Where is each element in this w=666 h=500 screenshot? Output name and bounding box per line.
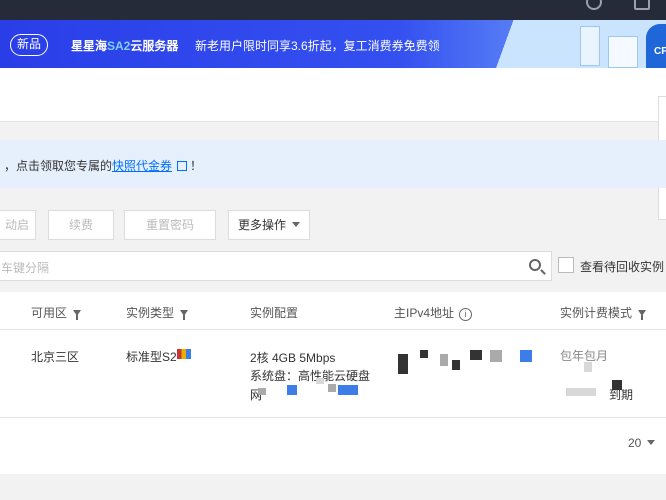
document-icon[interactable] bbox=[634, 0, 650, 10]
column-instance-type-label: 实例类型 bbox=[126, 306, 175, 320]
cell-instance-type: 标准型S2 bbox=[126, 350, 177, 364]
instance-type-tag-icon bbox=[177, 349, 191, 359]
cell-config-disk: 系统盘：高性能云硬盘 bbox=[250, 369, 371, 383]
column-zone-label: 可用区 bbox=[31, 306, 68, 320]
search-placeholder: 车键分隔 bbox=[1, 261, 50, 275]
new-badge: 新品 bbox=[10, 34, 49, 56]
redacted-ip-pixel bbox=[520, 350, 532, 362]
column-config: 实例配置 bbox=[250, 306, 299, 320]
bell-icon[interactable] bbox=[534, 0, 550, 10]
filter-icon[interactable] bbox=[73, 310, 82, 320]
redacted-ip-pixel bbox=[452, 360, 460, 370]
column-zone[interactable]: 可用区 bbox=[31, 304, 82, 321]
recycle-checkbox-label[interactable]: 查看待回收实例 bbox=[580, 258, 664, 275]
more-actions-dropdown[interactable]: 更多操作 bbox=[228, 210, 310, 240]
column-ipv4: 主IPv4地址 i bbox=[394, 304, 473, 321]
redacted-ip-pixel bbox=[490, 350, 502, 362]
external-link-icon[interactable] bbox=[177, 161, 188, 171]
snapshot-notice: ，点击领取您专属的快照代金券 ！ bbox=[0, 140, 666, 188]
column-instance-type[interactable]: 实例类型 bbox=[126, 304, 189, 321]
cell-zone: 北京三区 bbox=[31, 350, 80, 364]
redacted-ip-pixel bbox=[440, 354, 448, 366]
redacted-pixel bbox=[316, 378, 324, 384]
banner-illustration: CP bbox=[470, 20, 666, 68]
start-button[interactable]: 动启 bbox=[0, 210, 36, 240]
chevron-down-icon bbox=[292, 222, 300, 227]
table-footer: 20 bbox=[0, 418, 666, 474]
banner-title-suffix: 云服务器 bbox=[130, 39, 179, 53]
filter-icon[interactable] bbox=[638, 310, 647, 320]
page-size-select[interactable]: 20 bbox=[628, 436, 656, 450]
instance-table: 可用区 实例类型 实例配置 主IPv4地址 i 实例计费模式 北京三区 标准型S2… bbox=[0, 292, 666, 474]
redacted-ip-pixel bbox=[420, 350, 428, 358]
table-header: 可用区 实例类型 实例配置 主IPv4地址 i 实例计费模式 bbox=[0, 292, 666, 330]
column-billing-label: 实例计费模式 bbox=[560, 306, 633, 320]
top-nav-bar bbox=[0, 0, 666, 20]
promo-banner[interactable]: 新品 星星海SA2云服务器 新老用户限时同享3.6折起，复工消费券免费领 CP bbox=[0, 20, 666, 68]
filter-icon[interactable] bbox=[180, 310, 189, 320]
cell-billing-expiry: 到期 bbox=[609, 388, 634, 402]
notice-text-before: ，点击领取您专属的 bbox=[4, 159, 113, 173]
server-illustration bbox=[608, 36, 638, 68]
chevron-down-icon bbox=[647, 440, 656, 445]
redacted-pixel bbox=[287, 385, 297, 395]
banner-promo-text: 新老用户限时同享3.6折起，复工消费券免费领 bbox=[195, 39, 440, 53]
banner-title-prefix: 星星海 bbox=[71, 39, 108, 53]
redacted-pixel bbox=[566, 388, 596, 396]
help-icon[interactable] bbox=[586, 0, 602, 10]
redacted-pixel bbox=[338, 385, 358, 395]
banner-title: 星星海SA2云服务器 bbox=[71, 37, 178, 54]
notice-message: ，点击领取您专属的快照代金券 ！ bbox=[4, 157, 202, 174]
page-size-value: 20 bbox=[628, 436, 642, 450]
redacted-pixel bbox=[328, 384, 336, 392]
column-ipv4-label: 主IPv4地址 bbox=[394, 306, 455, 320]
server-illustration bbox=[580, 26, 600, 66]
redacted-ip-pixel bbox=[470, 350, 482, 360]
redacted-pixel bbox=[258, 388, 266, 395]
search-icon[interactable] bbox=[529, 259, 541, 271]
banner-title-accent: SA2 bbox=[107, 39, 131, 53]
page-header bbox=[0, 68, 666, 122]
cell-config-spec: 2核 4GB 5Mbps bbox=[250, 351, 336, 365]
notice-text-after: ！ bbox=[190, 159, 203, 173]
renew-button[interactable]: 续费 bbox=[48, 210, 114, 240]
info-icon[interactable]: i bbox=[459, 308, 473, 321]
search-input[interactable]: 车键分隔 bbox=[0, 251, 552, 281]
reset-password-button[interactable]: 重置密码 bbox=[124, 210, 216, 240]
cpu-label: CP bbox=[654, 46, 666, 57]
redacted-ip-pixel bbox=[398, 354, 408, 374]
table-row[interactable]: 北京三区 标准型S2 2核 4GB 5Mbps 系统盘：高性能云硬盘 网 包年包… bbox=[0, 330, 666, 418]
redacted-pixel bbox=[584, 362, 592, 372]
more-actions-label: 更多操作 bbox=[237, 218, 286, 232]
voucher-link[interactable]: 快照代金券 bbox=[112, 159, 172, 173]
column-billing[interactable]: 实例计费模式 bbox=[560, 304, 647, 321]
recycle-checkbox[interactable] bbox=[558, 257, 574, 273]
